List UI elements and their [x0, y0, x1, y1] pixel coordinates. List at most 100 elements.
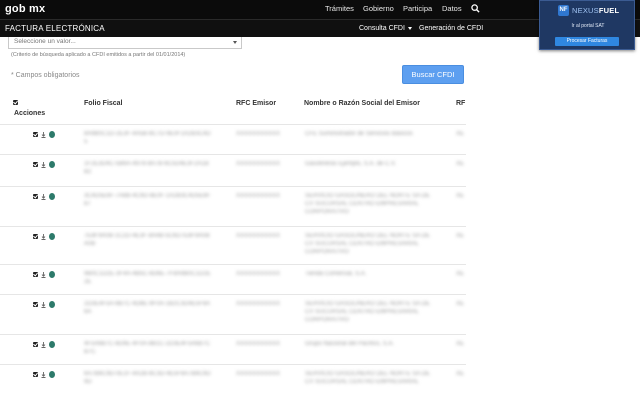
chevron-down-icon	[407, 26, 412, 30]
download-pdf-icon[interactable]	[49, 341, 55, 348]
row-checkbox[interactable]	[33, 162, 38, 167]
nombre-emisor-cell: SERVICIO GASOLINERO DEL NORTE SA DE	[305, 371, 430, 377]
rfc-receptor-cell: XE	[456, 301, 465, 307]
download-pdf-icon[interactable]	[49, 161, 55, 168]
rfc-receptor-cell: XE	[456, 233, 465, 239]
rfc-emisor-cell: XXXXXXXXXXX	[236, 233, 281, 239]
folio-fiscal-cell: 6A	[84, 309, 92, 315]
download-xml-icon[interactable]	[41, 302, 46, 308]
rfc-emisor-cell: XXXXXXXXXXX	[236, 341, 281, 347]
folio-fiscal-cell: 87	[84, 201, 91, 207]
section-title: FACTURA ELECTRÓNICA	[5, 24, 105, 33]
download-pdf-icon[interactable]	[49, 131, 55, 138]
folio-fiscal-cell: B7C	[84, 349, 96, 355]
folio-fiscal-cell: B2	[84, 169, 92, 175]
rfc-receptor-cell: XE	[456, 341, 465, 347]
nombre-emisor-cell: CORPORATIVO	[305, 209, 349, 215]
col-rfc-receptor[interactable]: RF	[456, 100, 465, 107]
nombre-emisor-cell: Gasolineras Ejemplo, S.A. de C.V.	[305, 161, 397, 167]
folio-fiscal-cell: 7E8F9A0B-1C2D-4E3F-8A4B-5C6D7E8F9A0B	[84, 233, 210, 239]
select-value: Seleccione un valor...	[14, 38, 76, 45]
download-pdf-icon[interactable]	[49, 233, 55, 240]
nav-datos[interactable]: Datos	[442, 4, 462, 13]
table-row[interactable]	[0, 154, 466, 186]
download-xml-icon[interactable]	[41, 132, 46, 138]
rfc-receptor-cell: XE	[456, 161, 465, 167]
nombre-emisor-cell: CV SUCURSAL CENTRO EMPRESARIAL	[305, 379, 419, 385]
folio-fiscal-cell: 6A7B8C9D-0E1F-4A2B-8C3D-4E5F6A7B8C9D	[84, 371, 211, 377]
rfc-emisor-cell: XXXXXXXXXXX	[236, 271, 281, 277]
col-acciones: Acciones	[14, 110, 46, 117]
menu-consulta-cfdi[interactable]: Consulta CFDI	[359, 25, 412, 32]
row-checkbox[interactable]	[33, 272, 38, 277]
download-pdf-icon[interactable]	[49, 301, 55, 308]
logo-prefix: NEXUS	[572, 6, 599, 15]
select-all-checkbox[interactable]	[13, 100, 18, 105]
rfc-receptor-cell: XE	[456, 271, 465, 277]
nombre-emisor-cell: SERVICIO GASOLINERO DEL NORTE SA DE	[305, 233, 430, 239]
search-hint: (Criterio de búsqueda aplicado a CFDI em…	[11, 52, 186, 58]
col-nombre-emisor[interactable]: Nombre o Razón Social del Emisor	[304, 100, 420, 107]
folio-fiscal-cell: 3C4D5E6F-7A8B-4C9D-8E0F-1A2B3C4D5E6F	[84, 193, 211, 199]
nav-gobierno[interactable]: Gobierno	[363, 4, 394, 13]
download-pdf-icon[interactable]	[49, 271, 55, 278]
download-pdf-icon[interactable]	[49, 193, 55, 200]
table-row[interactable]	[0, 264, 466, 294]
download-xml-icon[interactable]	[41, 272, 46, 278]
row-checkbox[interactable]	[33, 302, 38, 307]
table-row[interactable]	[0, 124, 466, 154]
rfc-emisor-cell: XXXXXXXXXXX	[236, 371, 281, 377]
nombre-emisor-cell: SERVICIO GASOLINERO DEL NORTE SA DE	[305, 193, 430, 199]
nav-participa[interactable]: Participa	[403, 4, 432, 13]
row-checkbox[interactable]	[33, 234, 38, 239]
search-criteria-select[interactable]: Seleccione un valor...	[8, 37, 242, 49]
menu-generacion-cfdi[interactable]: Generación de CFDI	[419, 25, 483, 32]
folio-fiscal-cell: 9B0C1D2E-3F4A-4B5C-8D6E-7F8A9B0C1D2E	[84, 271, 211, 277]
logo-mark-icon: NF	[558, 5, 569, 16]
nombre-emisor-cell: CV SUCURSAL CENTRO EMPRESARIAL	[305, 201, 419, 207]
folio-fiscal-cell: 8A9B0C1D-2E3F-4A5B-8C7D-9E0F1A2B3C4D	[84, 131, 211, 137]
rfc-receptor-cell: XE	[456, 371, 465, 377]
required-note: * Campos obligatorios	[11, 72, 80, 79]
col-folio-fiscal[interactable]: Folio Fiscal	[84, 100, 123, 107]
rfc-receptor-cell: XE	[456, 193, 465, 199]
download-xml-icon[interactable]	[41, 372, 46, 378]
rfc-emisor-cell: XXXXXXXXXXX	[236, 161, 281, 167]
download-xml-icon[interactable]	[41, 162, 46, 168]
table-row[interactable]	[0, 334, 466, 364]
nombre-emisor-cell: CFE Suministrador de Servicios Básicos	[305, 131, 413, 137]
portal-sat-link[interactable]: Ir al portal SAT	[540, 23, 636, 29]
download-xml-icon[interactable]	[41, 234, 46, 240]
row-checkbox[interactable]	[33, 372, 38, 377]
download-pdf-icon[interactable]	[49, 371, 55, 378]
download-xml-icon[interactable]	[41, 194, 46, 200]
col-rfc-emisor[interactable]: RFC Emisor	[236, 100, 276, 107]
folio-fiscal-cell: 9D	[84, 379, 92, 385]
row-checkbox[interactable]	[33, 342, 38, 347]
nombre-emisor-cell: SERVICIO GASOLINERO DEL NORTE SA DE	[305, 301, 430, 307]
nombre-emisor-cell: Tienda Comercial, S.A.	[305, 271, 367, 277]
folio-fiscal-cell: 2D3E4F5A-6B7C-4D8E-9F0A-1B2C3D4E5F6A	[84, 301, 211, 307]
nombre-emisor-cell: Grupo Nacional del Pacífico, S.A.	[305, 341, 395, 347]
logo-suffix: FUEL	[598, 6, 620, 15]
nombre-emisor-cell: CORPORATIVO	[305, 317, 349, 323]
folio-fiscal-cell: A0B	[84, 241, 96, 247]
rfc-emisor-cell: XXXXXXXXXXX	[236, 301, 281, 307]
search-cfdi-button[interactable]: Buscar CFDI	[402, 65, 464, 84]
nombre-emisor-cell: CV SUCURSAL CENTRO EMPRESARIAL	[305, 309, 419, 315]
nav-tramites[interactable]: Trámites	[325, 4, 354, 13]
folio-fiscal-cell: 2E	[84, 279, 92, 285]
folio-fiscal-cell: 4F5A6B7C-8D9E-4F0A-8B1C-2D3E4F5A6B7C	[84, 341, 211, 347]
search-icon[interactable]	[471, 4, 480, 13]
nexusfuel-logo: NF NEXUSFUEL	[558, 5, 628, 17]
folio-fiscal-cell: 1F2E3D4C-5B6A-4978-8A7B-6C5D4E3F2A1B	[84, 161, 209, 167]
gob-logo[interactable]: gob mx	[5, 3, 45, 15]
logo-text: NEXUSFUEL	[572, 6, 619, 15]
row-checkbox[interactable]	[33, 194, 38, 199]
rfc-emisor-cell: XXXXXXXXXXX	[236, 131, 281, 137]
download-xml-icon[interactable]	[41, 342, 46, 348]
row-checkbox[interactable]	[33, 132, 38, 137]
folio-fiscal-cell: 5	[84, 139, 88, 145]
chevron-down-icon	[233, 41, 237, 44]
process-invoices-button[interactable]: Procesar Facturas	[555, 37, 619, 46]
